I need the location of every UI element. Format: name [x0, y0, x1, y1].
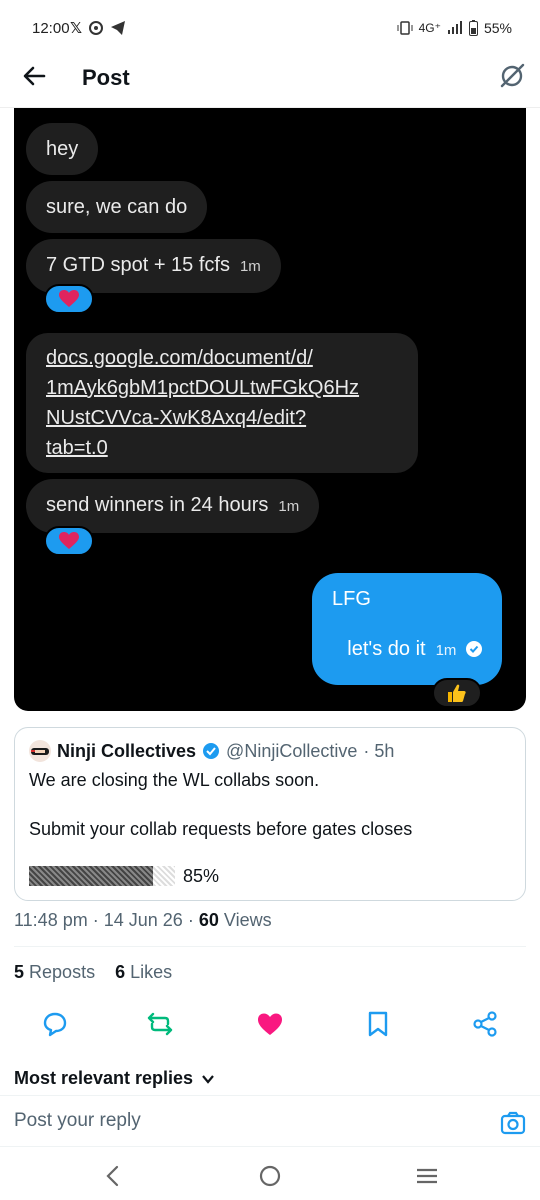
quoted-author-name[interactable]: Ninji Collectives — [57, 741, 196, 762]
post-time: 11:48 pm — [14, 910, 88, 930]
avatar[interactable] — [29, 740, 51, 762]
chat-bubble-received: sure, we can do — [26, 181, 208, 233]
repost-icon[interactable] — [146, 1010, 174, 1038]
link-line: 1mAyk6gbM1pctDOULtwFGkQ6Hz — [46, 377, 360, 399]
bookmark-icon[interactable] — [364, 1010, 392, 1038]
battery-percent: 55% — [483, 20, 512, 36]
thumbs-up-icon — [448, 684, 466, 702]
message-text: send winners in 24 hours — [46, 494, 269, 516]
status-time: 12:00 — [32, 20, 70, 37]
quoted-post[interactable]: Ninji Collectives @NinjiCollective · 5h … — [14, 727, 526, 901]
chevron-down-icon — [202, 1074, 214, 1084]
reaction-heart[interactable] — [44, 284, 94, 314]
read-check-icon — [466, 641, 482, 657]
share-icon[interactable] — [471, 1010, 499, 1038]
top-app-bar: Post — [0, 56, 540, 108]
system-nav-bar — [0, 1150, 540, 1200]
quoted-text-line: Submit your collab requests before gates… — [29, 819, 413, 839]
divider — [14, 946, 526, 947]
ninja-avatar-icon — [31, 748, 49, 755]
signal-icon — [447, 21, 462, 34]
network-type: 4G⁺ — [418, 21, 441, 35]
message-text: LFG — [332, 588, 371, 610]
progress-bar-fill — [29, 866, 154, 886]
reply-composer — [0, 1095, 540, 1147]
reaction-heart[interactable] — [44, 526, 94, 556]
progress-label: 85% — [183, 866, 220, 886]
verified-badge-icon — [203, 743, 220, 759]
progress-bar — [29, 866, 175, 886]
chat-bubble-received: hey — [26, 123, 99, 175]
link-line: NUstCVVca-XwK8Axq4/edit? — [46, 407, 307, 429]
likes-label: Likes — [130, 962, 173, 982]
quoted-text-line: We are closing the WL collabs soon. — [29, 770, 320, 790]
telegram-icon — [111, 21, 126, 35]
status-notification-icons: 𝕏 — [70, 19, 126, 37]
status-bar: 12:00 𝕏 4G⁺ 55% — [0, 0, 540, 60]
reposts-stat[interactable]: 5 Reposts — [14, 962, 95, 982]
link-line: tab=t.0 — [46, 437, 108, 459]
chat-bubble-received: send winners in 24 hours 1m — [26, 479, 320, 533]
vibrate-icon — [397, 21, 413, 35]
quoted-author-handle[interactable]: @NinjiCollective — [226, 741, 357, 762]
link-line: docs.google.com/document/d/ — [46, 347, 313, 369]
meta-separator: · — [92, 910, 99, 930]
views-label: Views — [223, 910, 272, 930]
post-date: 14 Jun 26 — [103, 910, 183, 930]
replies-sort-label: Most relevant replies — [14, 1068, 194, 1088]
views-count: 60 — [198, 910, 219, 930]
message-text: hey — [46, 138, 79, 160]
post-meta: 11:48 pm · 14 Jun 26 · 60 Views — [14, 910, 272, 931]
message-time: 1m — [239, 258, 261, 275]
page-title: Post — [82, 65, 130, 90]
action-bar — [0, 1008, 540, 1042]
reaction-thumbs-up[interactable] — [432, 678, 482, 708]
likes-stat[interactable]: 6 Likes — [115, 962, 172, 982]
back-arrow-icon[interactable] — [20, 62, 48, 90]
heart-icon — [59, 290, 79, 307]
status-right: 4G⁺ 55% — [397, 20, 512, 36]
chat-bubble-sent: LFG let's do it 1m — [312, 573, 502, 685]
likes-count: 6 — [115, 962, 126, 982]
message-time: 1m — [435, 642, 457, 659]
message-text: let's do it — [347, 638, 426, 660]
nav-recents-icon[interactable] — [413, 1162, 441, 1190]
meta-separator: · — [187, 910, 194, 930]
reply-input[interactable] — [14, 1110, 454, 1132]
nav-back-icon[interactable] — [99, 1162, 127, 1190]
like-icon[interactable] — [256, 1010, 284, 1038]
reposts-label: Reposts — [29, 962, 96, 982]
post-image[interactable]: hey sure, we can do 7 GTD spot + 15 fcfs… — [14, 108, 526, 711]
message-time: 1m — [278, 498, 300, 515]
battery-icon — [468, 20, 478, 36]
post-stats: 5 Reposts 6 Likes — [14, 962, 172, 983]
message-text: sure, we can do — [46, 196, 188, 218]
reposts-count: 5 — [14, 962, 25, 982]
chat-bubble-link[interactable]: docs.google.com/document/d/ 1mAyk6gbM1pc… — [26, 333, 418, 473]
quoted-post-header: Ninji Collectives @NinjiCollective · 5h — [29, 740, 394, 762]
nav-home-icon[interactable] — [256, 1162, 284, 1190]
message-text: 7 GTD spot + 15 fcfs — [46, 254, 230, 276]
quoted-post-time: · 5h — [363, 740, 395, 761]
camera-icon[interactable] — [500, 1110, 526, 1136]
sync-icon — [89, 21, 104, 35]
heart-icon — [59, 532, 79, 549]
x-logo-icon: 𝕏 — [70, 20, 83, 37]
replies-sort-dropdown[interactable]: Most relevant replies — [14, 1068, 215, 1089]
reply-icon[interactable] — [41, 1010, 69, 1038]
grok-icon[interactable] — [498, 62, 526, 90]
